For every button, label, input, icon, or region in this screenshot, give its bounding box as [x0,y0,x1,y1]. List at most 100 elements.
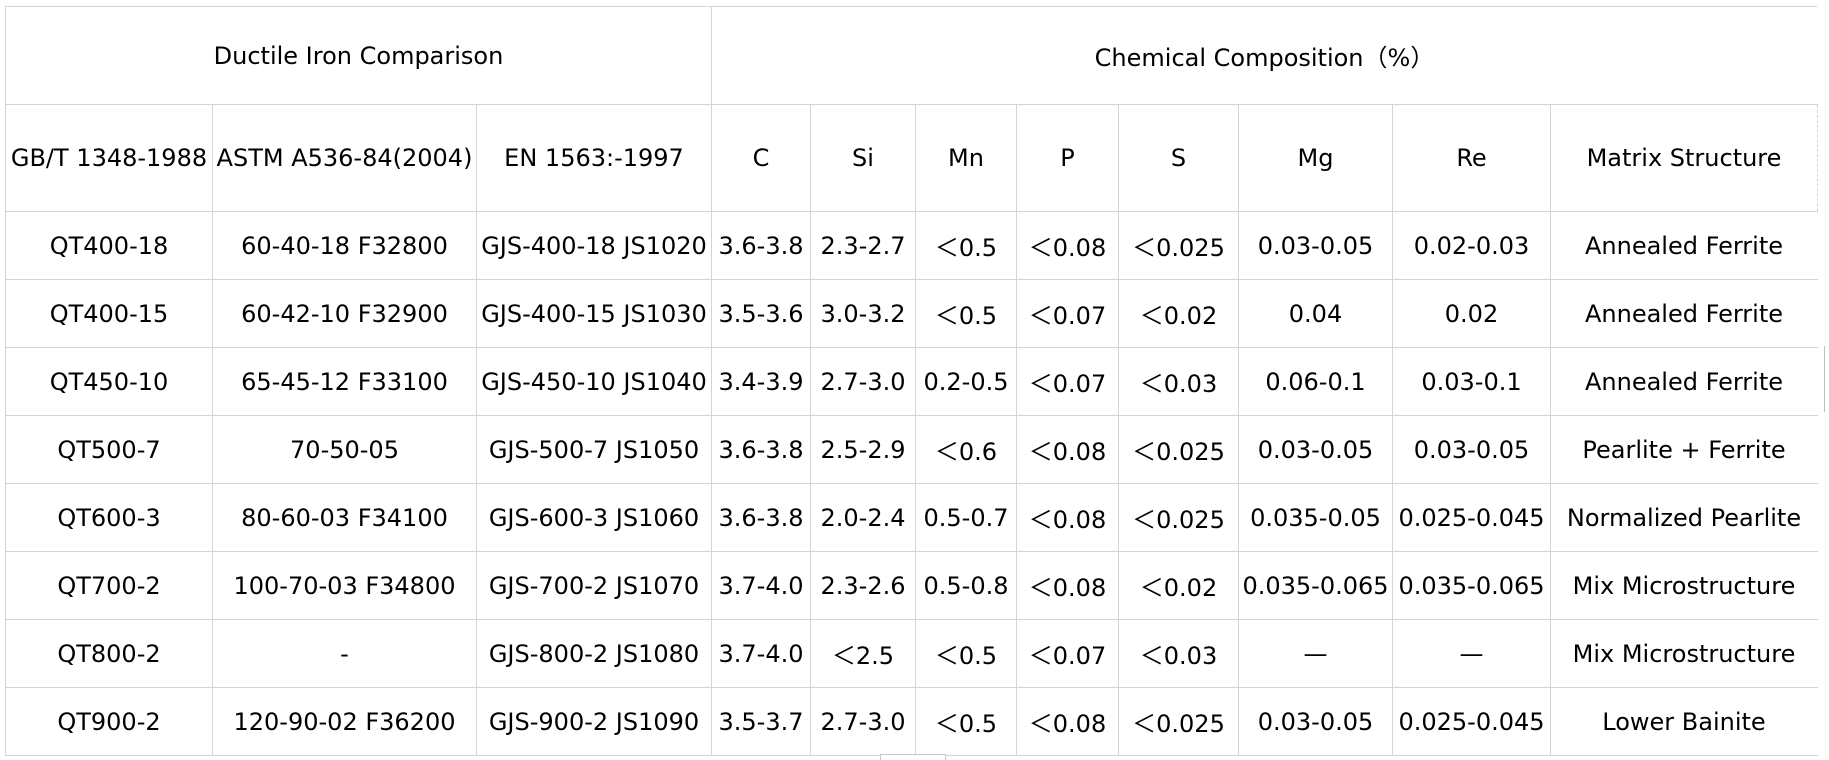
cell-sulfur[interactable]: ＜0.02 [1118,279,1239,348]
cell-phosphorus[interactable]: ＜0.08 [1016,483,1119,552]
chemical-composition-header[interactable]: Chemical Composition（%） [711,6,1818,105]
cell-matrix-structure[interactable]: Normalized Pearlite [1550,483,1818,552]
cell-manganese[interactable]: ＜0.5 [915,279,1017,348]
cell-carbon[interactable]: 3.7-4.0 [711,619,811,688]
cell-rare-earth[interactable]: 0.02-0.03 [1392,211,1551,280]
cell-gb-standard[interactable]: QT500-7 [5,415,213,484]
cell-en-standard[interactable]: GJS-450-10 JS1040 [476,347,712,416]
cell-manganese[interactable]: ＜0.6 [915,415,1017,484]
cell-phosphorus[interactable]: ＜0.07 [1016,279,1119,348]
cell-carbon[interactable]: 3.6-3.8 [711,415,811,484]
cell-silicon[interactable]: 3.0-3.2 [810,279,916,348]
cell-silicon[interactable]: 2.0-2.4 [810,483,916,552]
cell-magnesium[interactable]: 0.035-0.065 [1238,551,1393,620]
cell-astm-standard[interactable]: 60-42-10 F32900 [212,279,477,348]
cell-astm-standard[interactable]: 60-40-18 F32800 [212,211,477,280]
cell-sulfur[interactable]: ＜0.025 [1118,687,1239,756]
cell-magnesium[interactable]: 0.03-0.05 [1238,687,1393,756]
column-header-matrix-structure[interactable]: Matrix Structure [1550,104,1818,212]
cell-silicon[interactable]: 2.3-2.7 [810,211,916,280]
column-header-silicon[interactable]: Si [810,104,916,212]
cell-manganese[interactable]: ＜0.5 [915,619,1017,688]
cell-gb-standard[interactable]: QT700-2 [5,551,213,620]
column-header-phosphorus[interactable]: P [1016,104,1119,212]
cell-gb-standard[interactable]: QT900-2 [5,687,213,756]
cell-sulfur[interactable]: ＜0.025 [1118,211,1239,280]
cell-sulfur[interactable]: ＜0.025 [1118,483,1239,552]
cell-en-standard[interactable]: GJS-800-2 JS1080 [476,619,712,688]
cell-silicon[interactable]: 2.5-2.9 [810,415,916,484]
cell-sulfur[interactable]: ＜0.03 [1118,619,1239,688]
cell-rare-earth[interactable]: 0.025-0.045 [1392,687,1551,756]
cell-matrix-structure[interactable]: Annealed Ferrite [1550,211,1818,280]
cell-en-standard[interactable]: GJS-900-2 JS1090 [476,687,712,756]
cell-phosphorus[interactable]: ＜0.08 [1016,687,1119,756]
cell-gb-standard[interactable]: QT450-10 [5,347,213,416]
cell-manganese[interactable]: 0.5-0.8 [915,551,1017,620]
cell-manganese[interactable]: 0.2-0.5 [915,347,1017,416]
cell-gb-standard[interactable]: QT400-18 [5,211,213,280]
cell-gb-standard[interactable]: QT800-2 [5,619,213,688]
cell-astm-standard[interactable]: - [212,619,477,688]
cell-matrix-structure[interactable]: Annealed Ferrite [1550,347,1818,416]
cell-carbon[interactable]: 3.5-3.6 [711,279,811,348]
cell-sulfur[interactable]: ＜0.025 [1118,415,1239,484]
ductile-iron-comparison-header[interactable]: Ductile Iron Comparison [5,6,712,105]
cell-manganese[interactable]: ＜0.5 [915,211,1017,280]
cell-rare-earth[interactable]: 0.025-0.045 [1392,483,1551,552]
cell-magnesium[interactable]: — [1238,619,1393,688]
cell-phosphorus[interactable]: ＜0.07 [1016,347,1119,416]
cell-rare-earth[interactable]: 0.035-0.065 [1392,551,1551,620]
cell-magnesium[interactable]: 0.03-0.05 [1238,211,1393,280]
column-header-sulfur[interactable]: S [1118,104,1239,212]
column-header-carbon[interactable]: C [711,104,811,212]
cell-phosphorus[interactable]: ＜0.08 [1016,211,1119,280]
cell-rare-earth[interactable]: — [1392,619,1551,688]
cell-en-standard[interactable]: GJS-400-18 JS1020 [476,211,712,280]
cell-magnesium[interactable]: 0.035-0.05 [1238,483,1393,552]
cell-astm-standard[interactable]: 120-90-02 F36200 [212,687,477,756]
cell-silicon[interactable]: ＜2.5 [810,619,916,688]
cell-rare-earth[interactable]: 0.02 [1392,279,1551,348]
cell-matrix-structure[interactable]: Mix Microstructure [1550,619,1818,688]
cell-carbon[interactable]: 3.7-4.0 [711,551,811,620]
cell-magnesium[interactable]: 0.06-0.1 [1238,347,1393,416]
cell-en-standard[interactable]: GJS-400-15 JS1030 [476,279,712,348]
cell-astm-standard[interactable]: 100-70-03 F34800 [212,551,477,620]
cell-matrix-structure[interactable]: Annealed Ferrite [1550,279,1818,348]
cell-en-standard[interactable]: GJS-700-2 JS1070 [476,551,712,620]
cell-rare-earth[interactable]: 0.03-0.05 [1392,415,1551,484]
cell-rare-earth[interactable]: 0.03-0.1 [1392,347,1551,416]
column-header-manganese[interactable]: Mn [915,104,1017,212]
cell-manganese[interactable]: ＜0.5 [915,687,1017,756]
cell-sulfur[interactable]: ＜0.02 [1118,551,1239,620]
cell-phosphorus[interactable]: ＜0.08 [1016,551,1119,620]
cell-silicon[interactable]: 2.7-3.0 [810,347,916,416]
cell-silicon[interactable]: 2.3-2.6 [810,551,916,620]
cell-carbon[interactable]: 3.6-3.8 [711,483,811,552]
cell-phosphorus[interactable]: ＜0.07 [1016,619,1119,688]
cell-carbon[interactable]: 3.4-3.9 [711,347,811,416]
cell-gb-standard[interactable]: QT600-3 [5,483,213,552]
column-header-astm-standard[interactable]: ASTM A536-84(2004) [212,104,477,212]
cell-silicon[interactable]: 2.7-3.0 [810,687,916,756]
cell-matrix-structure[interactable]: Mix Microstructure [1550,551,1818,620]
column-header-magnesium[interactable]: Mg [1238,104,1393,212]
cell-astm-standard[interactable]: 70-50-05 [212,415,477,484]
column-header-en-standard[interactable]: EN 1563:-1997 [476,104,712,212]
cell-matrix-structure[interactable]: Lower Bainite [1550,687,1818,756]
cell-sulfur[interactable]: ＜0.03 [1118,347,1239,416]
column-header-rare-earth[interactable]: Re [1392,104,1551,212]
cell-magnesium[interactable]: 0.04 [1238,279,1393,348]
cell-magnesium[interactable]: 0.03-0.05 [1238,415,1393,484]
cell-astm-standard[interactable]: 65-45-12 F33100 [212,347,477,416]
cell-carbon[interactable]: 3.5-3.7 [711,687,811,756]
cell-en-standard[interactable]: GJS-600-3 JS1060 [476,483,712,552]
cell-gb-standard[interactable]: QT400-15 [5,279,213,348]
cell-carbon[interactable]: 3.6-3.8 [711,211,811,280]
cell-manganese[interactable]: 0.5-0.7 [915,483,1017,552]
cell-en-standard[interactable]: GJS-500-7 JS1050 [476,415,712,484]
column-header-gb-standard[interactable]: GB/T 1348-1988 [5,104,213,212]
cell-matrix-structure[interactable]: Pearlite + Ferrite [1550,415,1818,484]
sheet-tab-stub[interactable] [880,754,946,760]
